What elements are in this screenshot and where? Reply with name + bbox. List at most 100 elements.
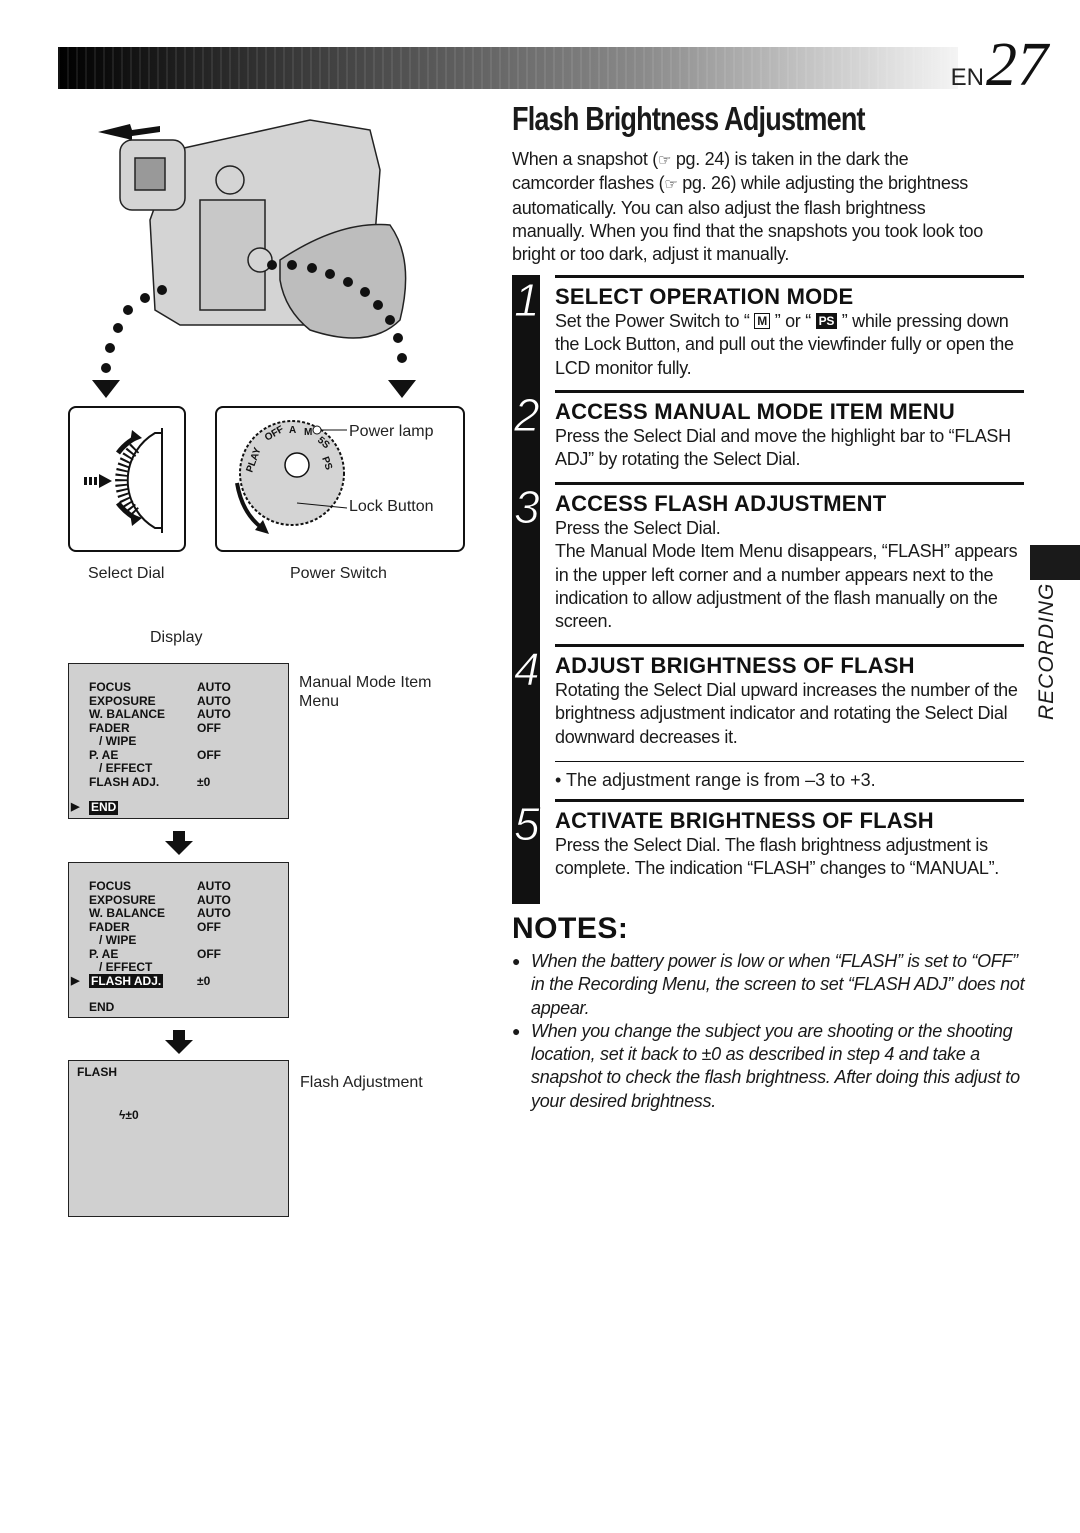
power-lamp-label: Power lamp [349,423,434,440]
down-arrow-icon [165,1030,193,1054]
menu-item-label: EXPOSURE [89,693,156,708]
menu-row: / WIPE [89,734,279,749]
flash-caption: Flash Adjustment [300,1074,423,1091]
intro-text-1: When a snapshot ( [512,149,658,169]
power-lamp-icon [312,425,322,435]
menu-row: FADER OFF [89,720,279,736]
flash-value: ϟ±0 [119,1108,139,1122]
step-number: 5 [514,798,541,850]
menu-item-value: AUTO [197,906,231,920]
step-heading: SELECT OPERATION MODE [555,284,854,309]
dial-mark-a: A [289,425,296,436]
step-text-part: Set the Power Switch to “ [555,311,755,331]
menu-item-value: OFF [197,747,221,762]
menu-row: END [89,1000,279,1015]
menu-row: / EFFECT [89,960,279,975]
section-tab-label: RECORDING [1035,582,1058,720]
down-arrow-icon [165,831,193,855]
menu-item-value: AUTO [197,892,231,907]
menu-item-label: / EFFECT [99,960,153,974]
step-3: 3 ACCESS FLASH ADJUSTMENT Press the Sele… [512,482,1024,644]
dial-mark-m: M [304,427,312,438]
notes-list: When the battery power is low or when “F… [512,950,1027,1113]
step-1: 1 SELECT OPERATION MODE Set the Power Sw… [512,275,1024,390]
menu-item-label: / WIPE [99,933,137,947]
menu-item-value: OFF [197,946,221,961]
select-dial-icon [84,428,163,533]
select-dial [215,165,245,195]
notes-section: NOTES: When the battery power is low or … [512,912,1027,1113]
step-divider [555,644,1024,647]
menu-item-value: OFF [197,720,221,735]
menu-item-value: ±0 [197,774,211,789]
menu-row: FLASH ADJ. ±0 [89,774,279,790]
step-text: Press the Select Dial. The flash brightn… [555,835,999,879]
menu-row: ▶ END [71,800,279,815]
step-text-part: ” or “ [770,311,816,331]
power-switch-figure: PLAY OFF A M 5S PS Power lamp Lock Butto… [215,406,465,552]
step-4: 4 ADJUST BRIGHTNESS OF FLASH Rotating th… [512,644,1024,799]
menu-item-value: AUTO [197,879,231,893]
section-tab-marker [1030,545,1080,580]
menu-end-item: END [89,800,119,815]
cursor-arrow-icon: ▶ [71,974,80,987]
menu-row: / EFFECT [89,761,279,776]
header-gradient-bar [58,47,958,89]
menu-item-label: W. BALANCE [89,906,165,920]
reference-hand-icon: ☞ [664,176,678,194]
menu-item-label: FOCUS [89,879,131,893]
step-bullet: • The adjustment range is from –3 to +3. [555,760,1024,801]
mode-ps-icon: PS [815,313,838,329]
step-text-line1: Press the Select Dial. [555,518,721,538]
step-divider [555,482,1024,485]
page-title: Flash Brightness Adjustment [512,100,866,137]
menu-row: P. AE OFF [89,946,279,962]
flash-adjust-screen: FLASH ϟ±0 [68,1060,289,1217]
display-caption: Display [150,629,203,646]
language-code: EN [950,64,984,91]
lock-button-label: Lock Button [349,498,434,515]
step-heading: ACCESS FLASH ADJUSTMENT [555,491,887,516]
step-text: Rotating the Select Dial upward increase… [555,680,1018,747]
page-number-value: 27 [986,31,1048,99]
step-number: 3 [514,481,541,533]
menu-row: P. AE OFF [89,747,279,763]
step-2: 2 ACCESS MANUAL MODE ITEM MENU Press the… [512,390,1024,482]
menu-row: W. BALANCE AUTO [89,707,279,722]
menu-screen-flash-selected: FOCUS AUTO EXPOSURE AUTO W. BALANCE AUTO FA… [68,862,289,1018]
step-divider [555,390,1024,393]
menu-item-label: FADER [89,919,130,934]
menu-item-label: FOCUS [89,680,131,694]
step-number: 2 [514,389,541,441]
menu-item-label: / EFFECT [99,761,153,775]
step-text: Set the Power Switch to “ M ” or “ PS ” … [555,310,1024,380]
menu-item-label: FADER [89,720,130,735]
menu-row: EXPOSURE AUTO [89,693,279,709]
select-dial-figure [68,406,186,552]
menu-row: FOCUS AUTO [89,680,279,695]
menu-screen-end-selected: FOCUS AUTO EXPOSURE AUTO W. BALANCE AUTO FA… [68,663,289,819]
viewfinder-pull-arrow-icon [98,124,160,140]
menu-item-highlighted: FLASH ADJ. [89,973,164,988]
menu-row: FADER OFF [89,919,279,935]
steps-list: 1 SELECT OPERATION MODE Set the Power Sw… [512,275,1024,904]
step-text: The Manual Mode Item Menu disappears, “F… [555,541,1018,632]
note-item: When the battery power is low or when “F… [512,950,1027,1020]
menu-item-value: AUTO [197,693,231,708]
step-divider [555,275,1024,278]
note-item: When you change the subject you are shoo… [512,1020,1027,1113]
viewfinder-window [134,157,166,191]
step-5: 5 ACTIVATE BRIGHTNESS OF FLASH Press the… [512,799,1024,904]
menu-row: FOCUS AUTO [89,879,279,894]
step-divider [555,799,1024,802]
camcorder-illustration [92,119,416,398]
menu-row: W. BALANCE AUTO [89,906,279,921]
menu-item-label: EXPOSURE [89,892,156,907]
menu-item-label: / WIPE [99,734,137,748]
step-heading: ADJUST BRIGHTNESS OF FLASH [555,653,915,678]
menu-row: ▶ FLASH ADJ. ±0 [71,973,279,989]
page-number: EN 27 [950,31,1048,99]
menu-row: / WIPE [89,933,279,948]
step-text: Press the Select Dial and move the highl… [555,426,1011,470]
mode-m-icon: M [754,313,770,329]
